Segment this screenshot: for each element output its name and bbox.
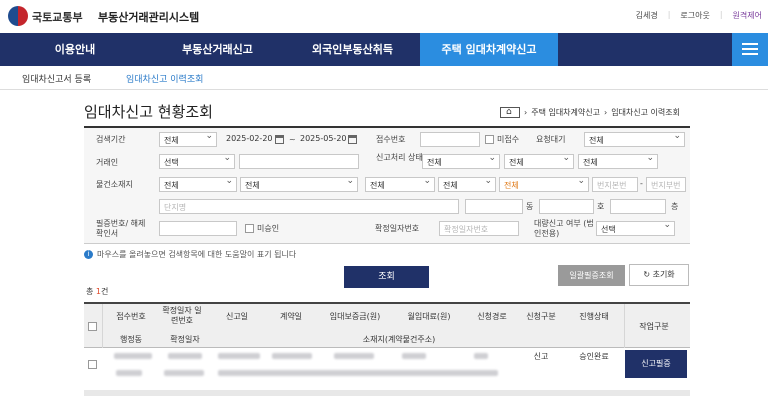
table-row[interactable]: 신고 승인완료 <box>84 348 690 384</box>
col-status: 진행상태 <box>579 312 609 321</box>
party-input[interactable] <box>239 154 359 169</box>
request-wait-label: 요청대기 <box>536 135 566 144</box>
cert-input[interactable] <box>159 221 237 236</box>
cert-label: 필증번호/ 해제확인서 <box>96 219 146 238</box>
system-title[interactable]: 부동산거래관리시스템 <box>98 9 199 25</box>
logout-link[interactable]: 로그아웃 <box>680 10 709 21</box>
unapproved-label: 미승인 <box>257 224 280 233</box>
report-cert-button[interactable]: 신고필증 <box>625 350 687 378</box>
gnb-item-trade-report[interactable]: 부동산거래신고 <box>150 33 285 66</box>
bunji-sub-input[interactable]: 번지부번 <box>646 177 686 192</box>
search-form: 검색기간 전체 2025-02-20 ~ 2025-05-20 접수번호 미접수… <box>84 128 690 244</box>
sub-nav: 임대차신고서 등록 임대차신고 이력조회 <box>0 66 768 90</box>
receipt-no-input[interactable] <box>420 132 480 147</box>
loc-gubun-select[interactable]: 전체 <box>499 177 589 192</box>
loc-dong-select[interactable]: 전체 <box>365 177 435 192</box>
result-count: 총 1건 <box>86 287 109 296</box>
gnb-item-foreigner[interactable]: 외국인부동산취득 <box>285 33 420 66</box>
unreceived-label: 미접수 <box>497 135 520 144</box>
report-status-label: 신고처리 상태 <box>376 153 423 162</box>
dong-input[interactable] <box>465 199 523 214</box>
top-header: 국토교통부 부동산거래관리시스템 김세경 | 로그아웃 | 원격제어 <box>0 0 768 33</box>
floor-suffix: 층 <box>671 202 679 211</box>
ho-suffix: 호 <box>597 202 605 211</box>
ministry-logo-icon <box>8 6 28 26</box>
bunji-main-input[interactable]: 번지본번 <box>592 177 638 192</box>
user-links: 김세경 | 로그아웃 | 원격제어 <box>635 10 762 21</box>
col-monthly-rent: 월임대료(원) <box>407 312 451 321</box>
breadcrumb-current: 임대차신고 이력조회 <box>611 108 680 117</box>
calendar-icon[interactable] <box>348 135 357 144</box>
unreceived-checkbox[interactable] <box>485 135 494 144</box>
table-header: 접수번호 확정일자 일련번호 신고일 계약일 임대보증금(원) 월임대료(원) … <box>84 302 690 350</box>
row-checkbox[interactable] <box>88 360 97 369</box>
ministry-name[interactable]: 국토교통부 <box>32 9 83 25</box>
subnav-lease-register[interactable]: 임대차신고서 등록 <box>22 72 91 85</box>
col-receipt-no: 접수번호 <box>116 312 146 321</box>
status-select-1[interactable]: 전체 <box>422 154 500 169</box>
col-apply-route: 신청경로 <box>477 312 507 321</box>
row-status: 승인완료 <box>579 352 609 361</box>
calendar-icon[interactable] <box>275 135 284 144</box>
col-address: 소재지(계약물건주소) <box>362 335 436 344</box>
help-info: i 마우스를 올려놓으면 검색항목에 대한 도움말이 표기 됩니다 <box>84 249 296 260</box>
select-all-checkbox[interactable] <box>88 322 97 331</box>
search-button[interactable]: 조회 <box>344 266 429 288</box>
ho-input[interactable] <box>539 199 594 214</box>
reset-label: 초기화 <box>652 270 675 279</box>
menu-icon[interactable] <box>732 33 768 66</box>
party-select[interactable]: 선택 <box>159 154 235 169</box>
request-wait-select[interactable]: 전체 <box>584 132 685 147</box>
receipt-no-label: 접수번호 <box>376 135 406 144</box>
location-label: 물건소재지 <box>96 180 133 189</box>
table-footer <box>84 390 690 396</box>
col-fixed-date: 확정일자 <box>170 335 200 344</box>
fixed-date-input[interactable]: 확정일자번호 <box>439 221 519 236</box>
proxy-select[interactable]: 선택 <box>596 221 675 236</box>
col-apply-type: 신청구분 <box>526 312 556 321</box>
refresh-icon: ↻ <box>643 270 651 279</box>
row-apply-type: 신고 <box>533 352 549 361</box>
complex-name-input[interactable]: 단지명 <box>159 199 459 214</box>
reset-button[interactable]: ↻ 초기화 <box>629 264 689 286</box>
breadcrumb: › 주택 임대차계약신고 › 임대차신고 이력조회 <box>500 107 680 118</box>
col-action: 작업구분 <box>639 322 669 331</box>
info-icon: i <box>84 250 93 259</box>
help-text: 마우스를 올려놓으면 검색항목에 대한 도움말이 표기 됩니다 <box>97 250 297 259</box>
fixed-date-label: 확정일자번호 <box>375 224 420 233</box>
global-nav: 이용안내 부동산거래신고 외국인부동산취득 주택 임대차계약신고 <box>0 33 768 66</box>
remote-control-link[interactable]: 원격제어 <box>733 10 762 21</box>
col-deposit: 임대보증금(원) <box>329 312 381 321</box>
col-fixed-serial: 확정일자 일련번호 <box>162 306 202 325</box>
proxy-label: 대량신고 여부 (법인전용) <box>534 219 594 238</box>
loc-sigungu-select[interactable]: 전체 <box>240 177 358 192</box>
floor-input[interactable] <box>610 199 666 214</box>
period-select[interactable]: 전체 <box>159 132 217 147</box>
col-report-date: 신고일 <box>225 312 249 321</box>
gnb-item-lease-report[interactable]: 주택 임대차계약신고 <box>420 33 558 66</box>
breadcrumb-item[interactable]: 주택 임대차계약신고 <box>531 107 600 118</box>
gnb-item-guide[interactable]: 이용안내 <box>0 33 150 66</box>
loc-sido-select[interactable]: 전체 <box>159 177 237 192</box>
home-icon[interactable] <box>500 107 520 118</box>
period-label: 검색기간 <box>96 135 126 144</box>
party-label: 거래인 <box>96 158 119 167</box>
status-select-3[interactable]: 전체 <box>578 154 658 169</box>
status-select-2[interactable]: 전체 <box>504 154 574 169</box>
col-admin-dong: 행정동 <box>119 335 143 344</box>
loc-ri-select[interactable]: 전체 <box>438 177 496 192</box>
page-title: 임대차신고 현황조회 <box>84 103 213 121</box>
dong-suffix: 동 <box>526 202 534 211</box>
col-contract-date: 계약일 <box>279 312 303 321</box>
unapproved-checkbox[interactable] <box>245 224 254 233</box>
subnav-lease-history[interactable]: 임대차신고 이력조회 <box>126 72 203 85</box>
bulk-cert-button[interactable]: 일괄필증조회 <box>558 265 625 286</box>
user-name: 김세경 <box>635 11 658 20</box>
